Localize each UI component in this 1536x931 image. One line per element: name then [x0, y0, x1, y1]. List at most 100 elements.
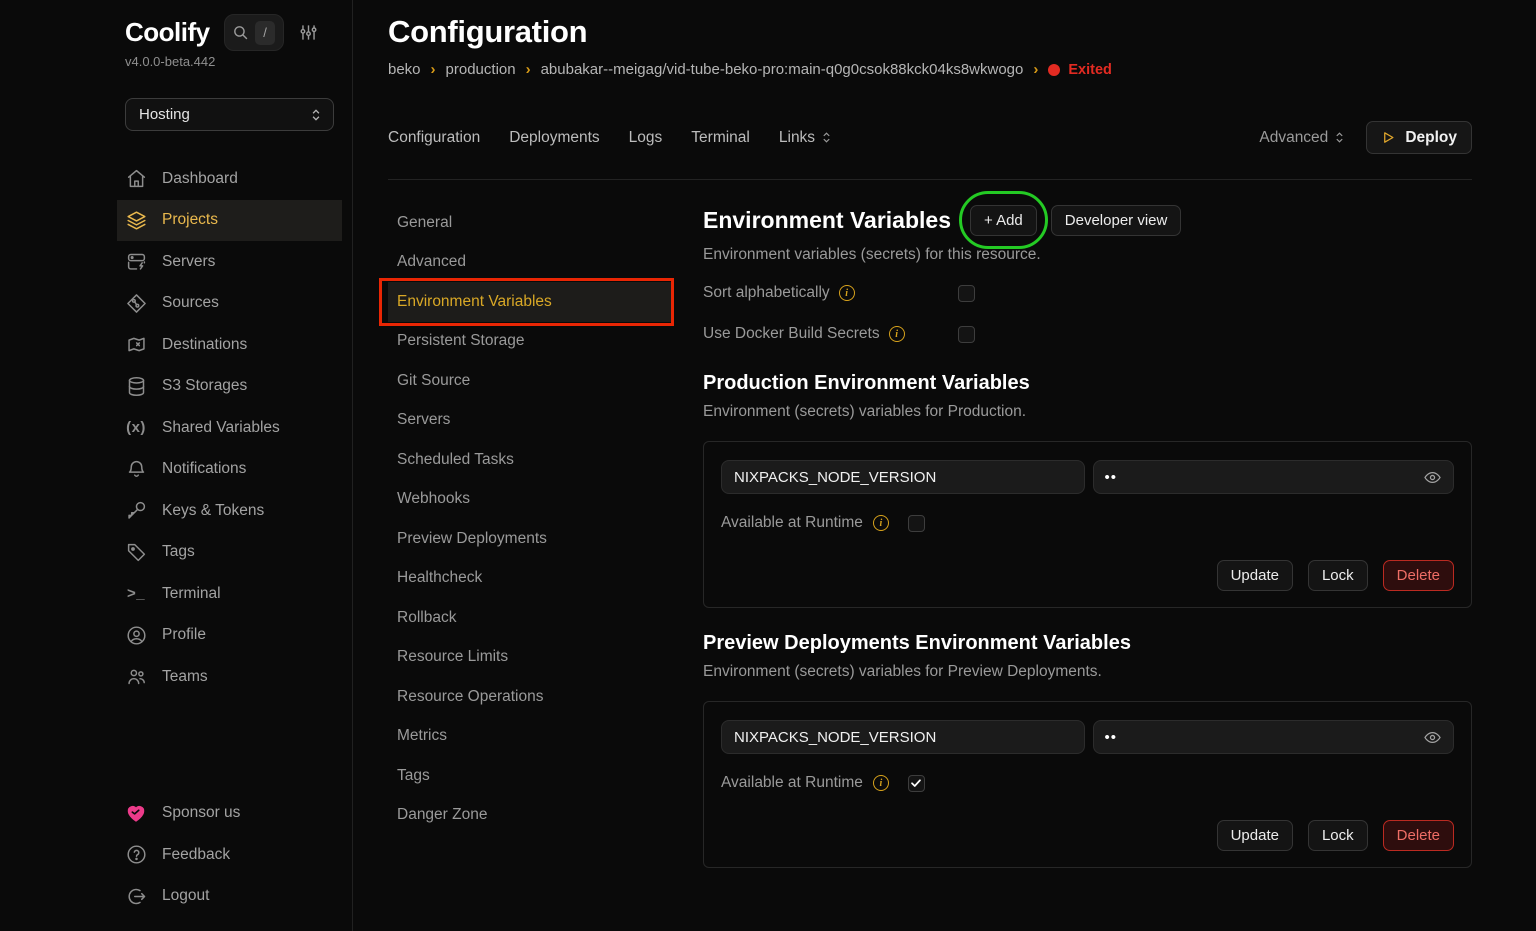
variable-name-input[interactable] — [721, 720, 1085, 754]
tab-terminal[interactable]: Terminal — [691, 129, 750, 147]
subnav-item-resource-limits[interactable]: Resource Limits — [388, 638, 672, 678]
search-hotkey: / — [255, 21, 275, 45]
sort-alphabetically-checkbox[interactable] — [958, 285, 975, 302]
sidebar-item-tags[interactable]: Tags — [117, 532, 342, 574]
settings-sliders-button[interactable] — [299, 23, 318, 42]
subnav-item-servers[interactable]: Servers — [388, 401, 672, 441]
sidebar-item-sponsor-us[interactable]: Sponsor us — [117, 793, 342, 835]
sidebar-item-label: Sources — [162, 294, 219, 312]
tab-links[interactable]: Links — [779, 129, 833, 147]
variable-actions: Update Lock Delete — [721, 820, 1454, 851]
eye-icon[interactable] — [1423, 468, 1442, 487]
logout-icon — [125, 885, 147, 907]
map-icon — [125, 334, 147, 356]
subnav-item-git-source[interactable]: Git Source — [388, 361, 672, 401]
preview-section-title: Preview Deployments Environment Variable… — [703, 632, 1472, 655]
subnav-item-tags[interactable]: Tags — [388, 756, 672, 796]
tab-configuration[interactable]: Configuration — [388, 129, 480, 147]
info-icon[interactable]: i — [873, 515, 889, 531]
info-icon[interactable]: i — [873, 775, 889, 791]
search-button[interactable]: / — [224, 14, 284, 51]
subnav-item-general[interactable]: General — [388, 203, 672, 243]
subnav-item-persistent-storage[interactable]: Persistent Storage — [388, 322, 672, 362]
sidebar-item-notifications[interactable]: Notifications — [117, 449, 342, 491]
sidebar-item-terminal[interactable]: >_ Terminal — [117, 573, 342, 615]
sidebar-item-s3-storages[interactable]: S3 Storages — [117, 366, 342, 408]
subnav-item-environment-variables[interactable]: Environment Variables — [388, 282, 672, 322]
advanced-dropdown[interactable]: Advanced — [1259, 129, 1346, 147]
shared-variables-icon: (x) — [125, 417, 147, 439]
subnav-item-advanced[interactable]: Advanced — [388, 243, 672, 283]
sidebar-item-label: Sponsor us — [162, 804, 240, 822]
update-button[interactable]: Update — [1217, 820, 1293, 851]
subnav-item-metrics[interactable]: Metrics — [388, 717, 672, 757]
tab-deployments[interactable]: Deployments — [509, 129, 599, 147]
available-at-runtime-checkbox[interactable] — [908, 775, 925, 792]
lock-button[interactable]: Lock — [1308, 560, 1368, 591]
tab-logs[interactable]: Logs — [629, 129, 663, 147]
developer-view-button[interactable]: Developer view — [1051, 205, 1182, 236]
variable-inputs-row: •• — [721, 460, 1454, 494]
sidebar-item-label: Feedback — [162, 846, 230, 864]
sidebar-item-profile[interactable]: Profile — [117, 615, 342, 657]
info-icon[interactable]: i — [839, 285, 855, 301]
subnav-item-webhooks[interactable]: Webhooks — [388, 480, 672, 520]
sidebar-item-feedback[interactable]: Feedback — [117, 834, 342, 876]
sidebar-item-label: Logout — [162, 887, 209, 905]
masked-value: •• — [1105, 469, 1424, 486]
chevron-up-down-icon — [309, 108, 323, 122]
main-area: Configuration beko › production › abubak… — [353, 0, 1536, 931]
available-at-runtime-checkbox[interactable] — [908, 515, 925, 532]
terminal-icon: >_ — [125, 583, 147, 605]
delete-button[interactable]: Delete — [1383, 560, 1454, 591]
chevron-right-icon: › — [431, 61, 436, 78]
docker-build-secrets-label: Use Docker Build Secrets — [703, 325, 880, 343]
subnav-item-resource-operations[interactable]: Resource Operations — [388, 677, 672, 717]
lock-button[interactable]: Lock — [1308, 820, 1368, 851]
sidebar-item-keys-tokens[interactable]: Keys & Tokens — [117, 490, 342, 532]
eye-icon[interactable] — [1423, 728, 1442, 747]
sidebar-item-logout[interactable]: Logout — [117, 876, 342, 918]
add-button[interactable]: + Add — [970, 205, 1037, 236]
section-title: Environment Variables — [703, 207, 951, 234]
subnav-item-danger-zone[interactable]: Danger Zone — [388, 796, 672, 836]
subnav-item-healthcheck[interactable]: Healthcheck — [388, 559, 672, 599]
available-at-runtime-label: Available at Runtime — [721, 774, 863, 792]
team-select[interactable]: Hosting — [125, 98, 334, 131]
breadcrumb-team[interactable]: beko — [388, 61, 421, 78]
sidebar-item-label: Destinations — [162, 336, 247, 354]
preview-variable-card: •• Available at Runtime i — [703, 701, 1472, 868]
environment-variables-panel: Environment Variables + Add Developer vi… — [672, 180, 1472, 931]
variable-name-input[interactable] — [721, 460, 1085, 494]
deploy-button[interactable]: Deploy — [1366, 121, 1472, 154]
info-icon[interactable]: i — [889, 326, 905, 342]
sort-alphabetically-label: Sort alphabetically — [703, 284, 830, 302]
sidebar-item-destinations[interactable]: Destinations — [117, 324, 342, 366]
sidebar-item-projects[interactable]: Projects — [117, 200, 342, 242]
sidebar-item-shared-variables[interactable]: (x) Shared Variables — [117, 407, 342, 449]
docker-build-secrets-checkbox[interactable] — [958, 326, 975, 343]
update-button[interactable]: Update — [1217, 560, 1293, 591]
logo-row: Coolify / — [125, 14, 334, 51]
breadcrumb-environment[interactable]: production — [446, 61, 516, 78]
sidebar-item-label: Tags — [162, 543, 195, 561]
heart-icon — [125, 802, 147, 824]
subnav-item-rollback[interactable]: Rollback — [388, 598, 672, 638]
sidebar-item-servers[interactable]: Servers — [117, 241, 342, 283]
breadcrumb-resource[interactable]: abubakar--meigag/vid-tube-beko-pro:main-… — [541, 61, 1024, 78]
sidebar-item-teams[interactable]: Teams — [117, 656, 342, 698]
sidebar-item-label: Keys & Tokens — [162, 502, 264, 520]
advanced-label: Advanced — [1259, 129, 1328, 147]
delete-button[interactable]: Delete — [1383, 820, 1454, 851]
variable-value-field[interactable]: •• — [1093, 720, 1455, 754]
layers-icon — [125, 209, 147, 231]
config-subnav: General Advanced Environment Variables P… — [388, 180, 672, 931]
variable-value-field[interactable]: •• — [1093, 460, 1455, 494]
deploy-label: Deploy — [1405, 129, 1457, 147]
subnav-item-scheduled-tasks[interactable]: Scheduled Tasks — [388, 440, 672, 480]
sidebar-menu: Dashboard Projects Servers Sources Desti… — [125, 158, 334, 698]
subnav-item-preview-deployments[interactable]: Preview Deployments — [388, 519, 672, 559]
sidebar-item-sources[interactable]: Sources — [117, 283, 342, 325]
sidebar-item-dashboard[interactable]: Dashboard — [117, 158, 342, 200]
tab-links-label: Links — [779, 129, 815, 147]
